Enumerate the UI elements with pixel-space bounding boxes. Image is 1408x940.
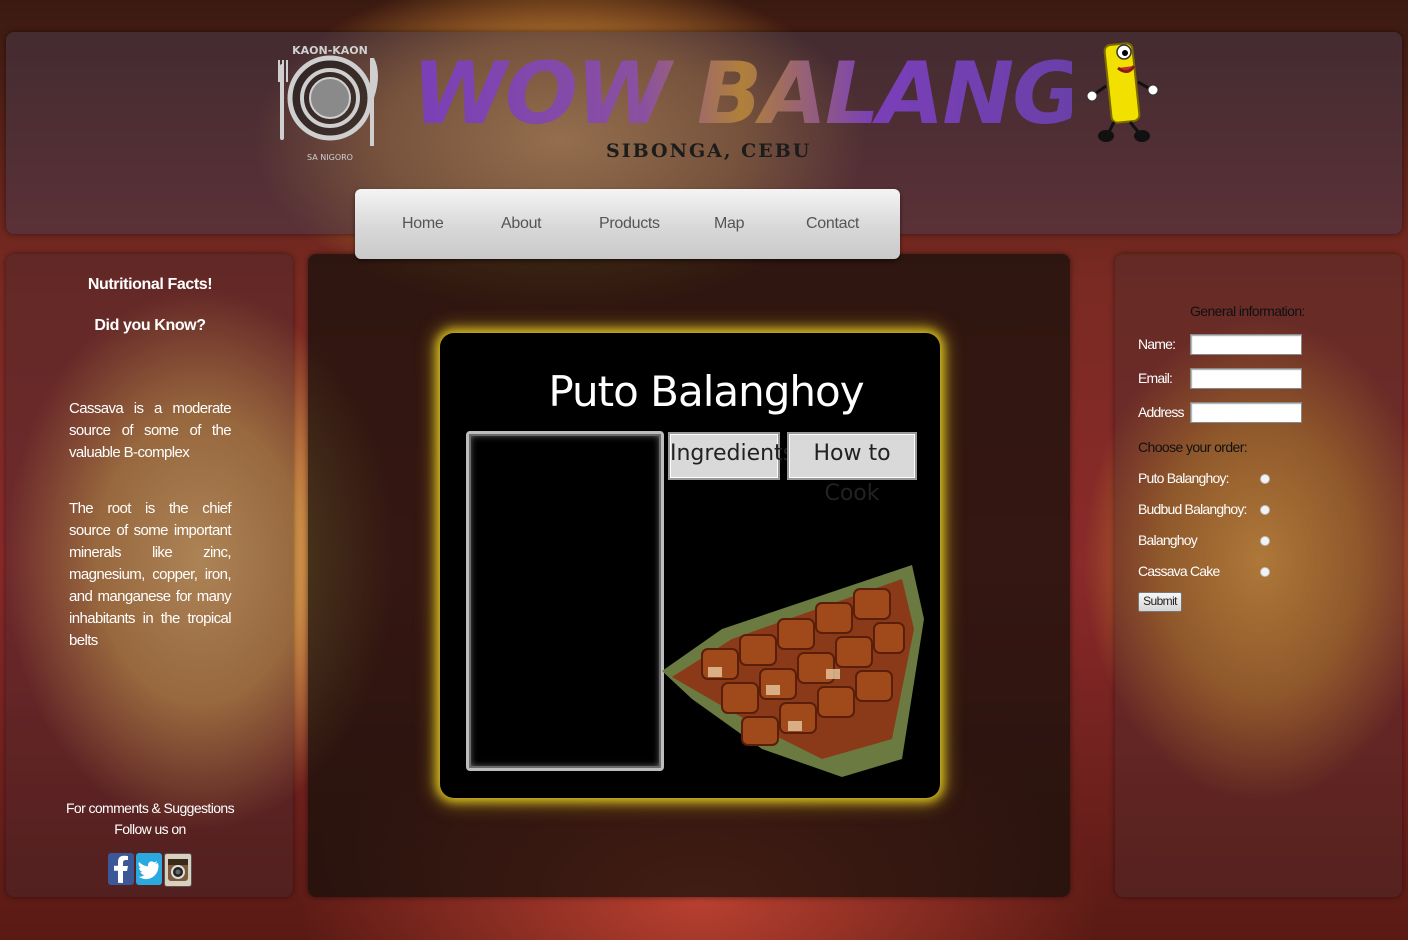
nutrition-title: Nutritional Facts! bbox=[87, 276, 213, 293]
option-balanghoy-radio[interactable] bbox=[1260, 536, 1270, 546]
ingredients-button[interactable]: Ingredients bbox=[668, 432, 794, 480]
brand-subtitle: SIBONGA, CEBU bbox=[606, 140, 812, 162]
email-input[interactable] bbox=[1190, 368, 1302, 389]
cassava-mascot-icon bbox=[1086, 42, 1159, 142]
nav-products[interactable]: Products bbox=[599, 215, 660, 233]
option-puto-balanghoy-label: Puto Balanghoy: bbox=[1138, 470, 1230, 486]
option-puto-balanghoy-radio[interactable] bbox=[1260, 474, 1270, 484]
product-card: Puto Balanghoy Ingredients How to Cook bbox=[440, 333, 940, 798]
logo-text-bottom: SA NIGORO bbox=[307, 153, 353, 162]
nav-contact[interactable]: Contact bbox=[806, 215, 859, 233]
choose-order-label: Choose your order: bbox=[1138, 439, 1248, 455]
option-cassava-cake-label: Cassava Cake bbox=[1138, 563, 1220, 579]
comments-note: For comments & Suggestions Follow us on bbox=[20, 798, 280, 840]
address-label: Address bbox=[1138, 404, 1185, 420]
name-label: Name: bbox=[1138, 336, 1176, 352]
product-info-frame bbox=[466, 431, 664, 771]
name-input[interactable] bbox=[1190, 334, 1302, 355]
did-you-know-title: Did you Know? bbox=[94, 317, 206, 334]
follow-us-line: Follow us on bbox=[114, 821, 186, 837]
option-budbud-balanghoy-label: Budbud Balanghoy: bbox=[1138, 501, 1247, 517]
email-label: Email: bbox=[1138, 370, 1173, 386]
fact-text-2: The root is the chief source of some imp… bbox=[69, 500, 232, 649]
option-budbud-balanghoy-radio[interactable] bbox=[1260, 505, 1270, 515]
fact-text-1: Cassava is a moderate source of some of … bbox=[69, 400, 232, 461]
comments-line: For comments & Suggestions bbox=[65, 800, 235, 816]
option-cassava-cake-radio[interactable] bbox=[1260, 567, 1270, 577]
address-input[interactable] bbox=[1190, 402, 1302, 423]
main-navigation: Home About Products Map Contact bbox=[355, 189, 900, 259]
social-links bbox=[108, 853, 192, 887]
general-info-label: General information: bbox=[1190, 303, 1305, 319]
option-balanghoy-label: Balanghoy bbox=[1138, 532, 1198, 548]
product-title: Puto Balanghoy bbox=[548, 367, 864, 416]
brand-title: WOW BALANGHOY! bbox=[412, 44, 1315, 144]
logo-text-top: KAON-KAON bbox=[292, 44, 368, 57]
twitter-icon[interactable] bbox=[136, 853, 162, 885]
puto-balanghoy-image bbox=[662, 565, 924, 777]
facebook-icon[interactable] bbox=[108, 853, 134, 885]
restaurant-logo[interactable]: KAON-KAON SA NIGORO bbox=[278, 40, 382, 164]
nav-home[interactable]: Home bbox=[402, 215, 444, 233]
instagram-icon[interactable] bbox=[164, 853, 192, 887]
nav-about[interactable]: About bbox=[501, 215, 542, 233]
how-to-cook-button[interactable]: How to Cook bbox=[787, 432, 917, 506]
nav-map[interactable]: Map bbox=[714, 215, 745, 233]
submit-button[interactable]: Submit bbox=[1138, 592, 1182, 612]
